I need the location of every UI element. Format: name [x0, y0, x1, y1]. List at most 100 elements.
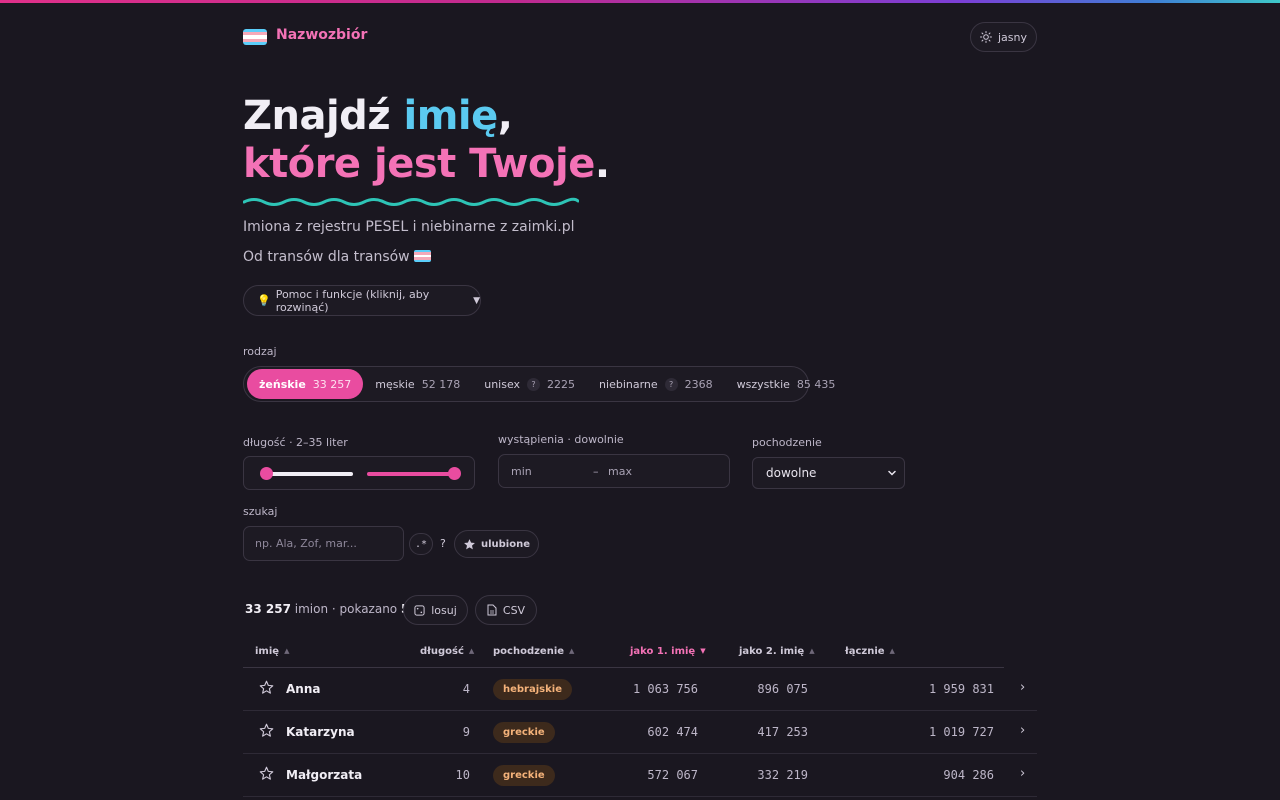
csv-export-button[interactable]: CSV	[475, 595, 537, 625]
favorites-button[interactable]: ulubione	[454, 530, 539, 558]
column-header-label: imię	[255, 646, 280, 657]
row-first-count: 572 067	[647, 768, 698, 782]
column-header-length[interactable]: długość ▲	[420, 646, 474, 657]
help-question-icon[interactable]: ?	[664, 377, 678, 391]
hero-title-dot: .	[594, 141, 610, 187]
row-length: 10	[455, 768, 470, 782]
help-toggle-label: Pomoc i funkcje (kliknij, aby rozwinąć)	[275, 287, 430, 314]
range-dash: –	[593, 465, 599, 478]
row-total-count: 1 019 727	[928, 725, 994, 739]
sort-arrow-icon: ▲	[569, 647, 575, 655]
column-header-second-name[interactable]: jako 2. imię ▲	[739, 646, 815, 657]
hero: Znajdź imię, które jest Twoje.	[243, 92, 610, 206]
sort-arrow-icon: ▲	[284, 647, 290, 655]
gender-option-all[interactable]: wszystkie 85 435	[725, 369, 848, 399]
column-header-first-name[interactable]: jako 1. imię ▼	[630, 646, 706, 657]
occurrences-range: min – max	[498, 454, 730, 488]
slider-min-handle[interactable]	[260, 467, 273, 480]
csv-label: CSV	[502, 603, 526, 617]
trans-flag-logo-icon	[243, 29, 267, 45]
help-question-icon[interactable]: ?	[527, 377, 541, 391]
column-header-label: pochodzenie	[493, 646, 565, 657]
slider-track-active	[367, 472, 455, 476]
search-help-icon[interactable]: ?	[440, 537, 446, 550]
trans-flag-icon	[414, 250, 432, 262]
row-second-count: 332 219	[757, 768, 808, 782]
origin-badge: greckie	[493, 722, 555, 743]
column-header-origin[interactable]: pochodzenie ▲	[493, 646, 574, 657]
row-first-count: 1 063 756	[632, 682, 698, 696]
table-header: imię ▲ długość ▲ pochodzenie ▲ jako 1. imię…	[243, 637, 1004, 668]
regex-toggle-button[interactable]: .*	[409, 533, 433, 555]
slider-track	[266, 472, 353, 476]
column-header-name[interactable]: imię ▲	[255, 646, 289, 657]
theme-toggle-label: jasny	[997, 30, 1027, 44]
row-total-count: 904 286	[943, 768, 994, 782]
sort-arrow-icon: ▲	[809, 647, 815, 655]
star-outline-icon[interactable]	[259, 680, 274, 695]
gender-option-label: unisex	[484, 377, 521, 391]
header: Nazwozbiór jasny	[243, 22, 1037, 52]
sort-arrow-icon: ▲	[889, 647, 895, 655]
star-outline-icon[interactable]	[259, 723, 274, 738]
table-row[interactable]: Katarzyna 9 greckie 602 474 417 253 1 01…	[243, 711, 1037, 754]
length-label: długość · 2–35 liter	[243, 436, 348, 449]
origin-badge: hebrajskie	[493, 679, 572, 700]
gender-option-count: 2368	[684, 377, 713, 391]
origin-select-value: dowolne	[766, 466, 817, 480]
table-row[interactable]: Anna 4 hebrajskie 1 063 756 896 075 1 95…	[243, 668, 1037, 711]
column-header-label: jako 1. imię	[630, 646, 696, 657]
star-icon	[464, 538, 475, 549]
column-header-label: jako 2. imię	[739, 646, 805, 657]
gender-option-unisex[interactable]: unisex ? 2225	[472, 369, 587, 399]
brand-name[interactable]: Nazwozbiór	[276, 27, 367, 43]
occurrences-max-input[interactable]: max	[608, 465, 632, 478]
table-row[interactable]: Małgorzata 10 greckie 572 067 332 219 90…	[243, 754, 1037, 797]
hero-title-part: Znajdź	[243, 93, 404, 139]
gender-option-label: niebinarne	[599, 377, 658, 391]
row-name: Katarzyna	[286, 725, 355, 739]
chevron-right-icon[interactable]: ›	[1020, 766, 1025, 781]
gender-option-nonbinary[interactable]: niebinarne ? 2368	[587, 369, 725, 399]
search-placeholder: np. Ala, Zof, mar...	[255, 537, 357, 550]
hero-subtitle-line1: Imiona z rejestru PESEL i niebinarne z z…	[243, 219, 575, 235]
dice-icon	[414, 604, 425, 616]
random-label: losuj	[431, 603, 457, 617]
gender-option-female[interactable]: żeńskie 33 257	[247, 369, 364, 399]
star-outline-icon[interactable]	[259, 766, 274, 781]
chevron-right-icon[interactable]: ›	[1020, 723, 1025, 738]
gender-selector: żeńskie 33 257 męskie 52 178 unisex ? 22…	[243, 366, 835, 402]
results-summary: 33 257 imion · pokazano 50	[245, 602, 418, 616]
origin-badge: greckie	[493, 765, 555, 786]
column-header-total[interactable]: łącznie ▲	[845, 646, 895, 657]
favorites-label: ulubione	[480, 538, 531, 550]
occurrences-label: wystąpienia · dowolnie	[498, 433, 624, 446]
lightbulb-icon: 💡	[257, 294, 271, 307]
chevron-right-icon[interactable]: ›	[1020, 680, 1025, 695]
theme-toggle-button[interactable]: jasny	[970, 22, 1037, 52]
hero-subtitle: Imiona z rejestru PESEL i niebinarne z z…	[243, 212, 575, 272]
top-accent-bar	[0, 0, 1280, 3]
row-total-count: 1 959 831	[928, 682, 994, 696]
search-input[interactable]: np. Ala, Zof, mar...	[243, 526, 404, 561]
search-label: szukaj	[243, 505, 278, 518]
sort-arrow-icon: ▲	[468, 647, 475, 655]
origin-select[interactable]: dowolne	[752, 457, 905, 489]
gender-option-count: 2225	[547, 377, 576, 391]
random-button[interactable]: losuj	[403, 595, 468, 625]
gender-option-male[interactable]: męskie 52 178	[363, 369, 472, 399]
file-icon	[487, 604, 497, 616]
chevron-down-icon	[888, 470, 896, 476]
gender-option-count: 52 178	[421, 377, 461, 391]
help-toggle-button[interactable]: 💡 Pomoc i funkcje (kliknij, aby rozwinąć…	[243, 285, 481, 316]
slider-max-handle[interactable]	[448, 467, 461, 480]
row-length: 9	[462, 725, 470, 739]
hero-title-part: ,	[497, 93, 513, 139]
results-total: 33 257	[245, 602, 291, 616]
occurrences-min-input[interactable]: min	[511, 465, 532, 478]
gender-option-label: wszystkie	[736, 377, 790, 391]
origin-label: pochodzenie	[752, 436, 822, 449]
row-second-count: 896 075	[757, 682, 808, 696]
sun-icon	[979, 31, 992, 43]
hero-subtitle-line2: Od transów dla transów	[243, 242, 575, 272]
